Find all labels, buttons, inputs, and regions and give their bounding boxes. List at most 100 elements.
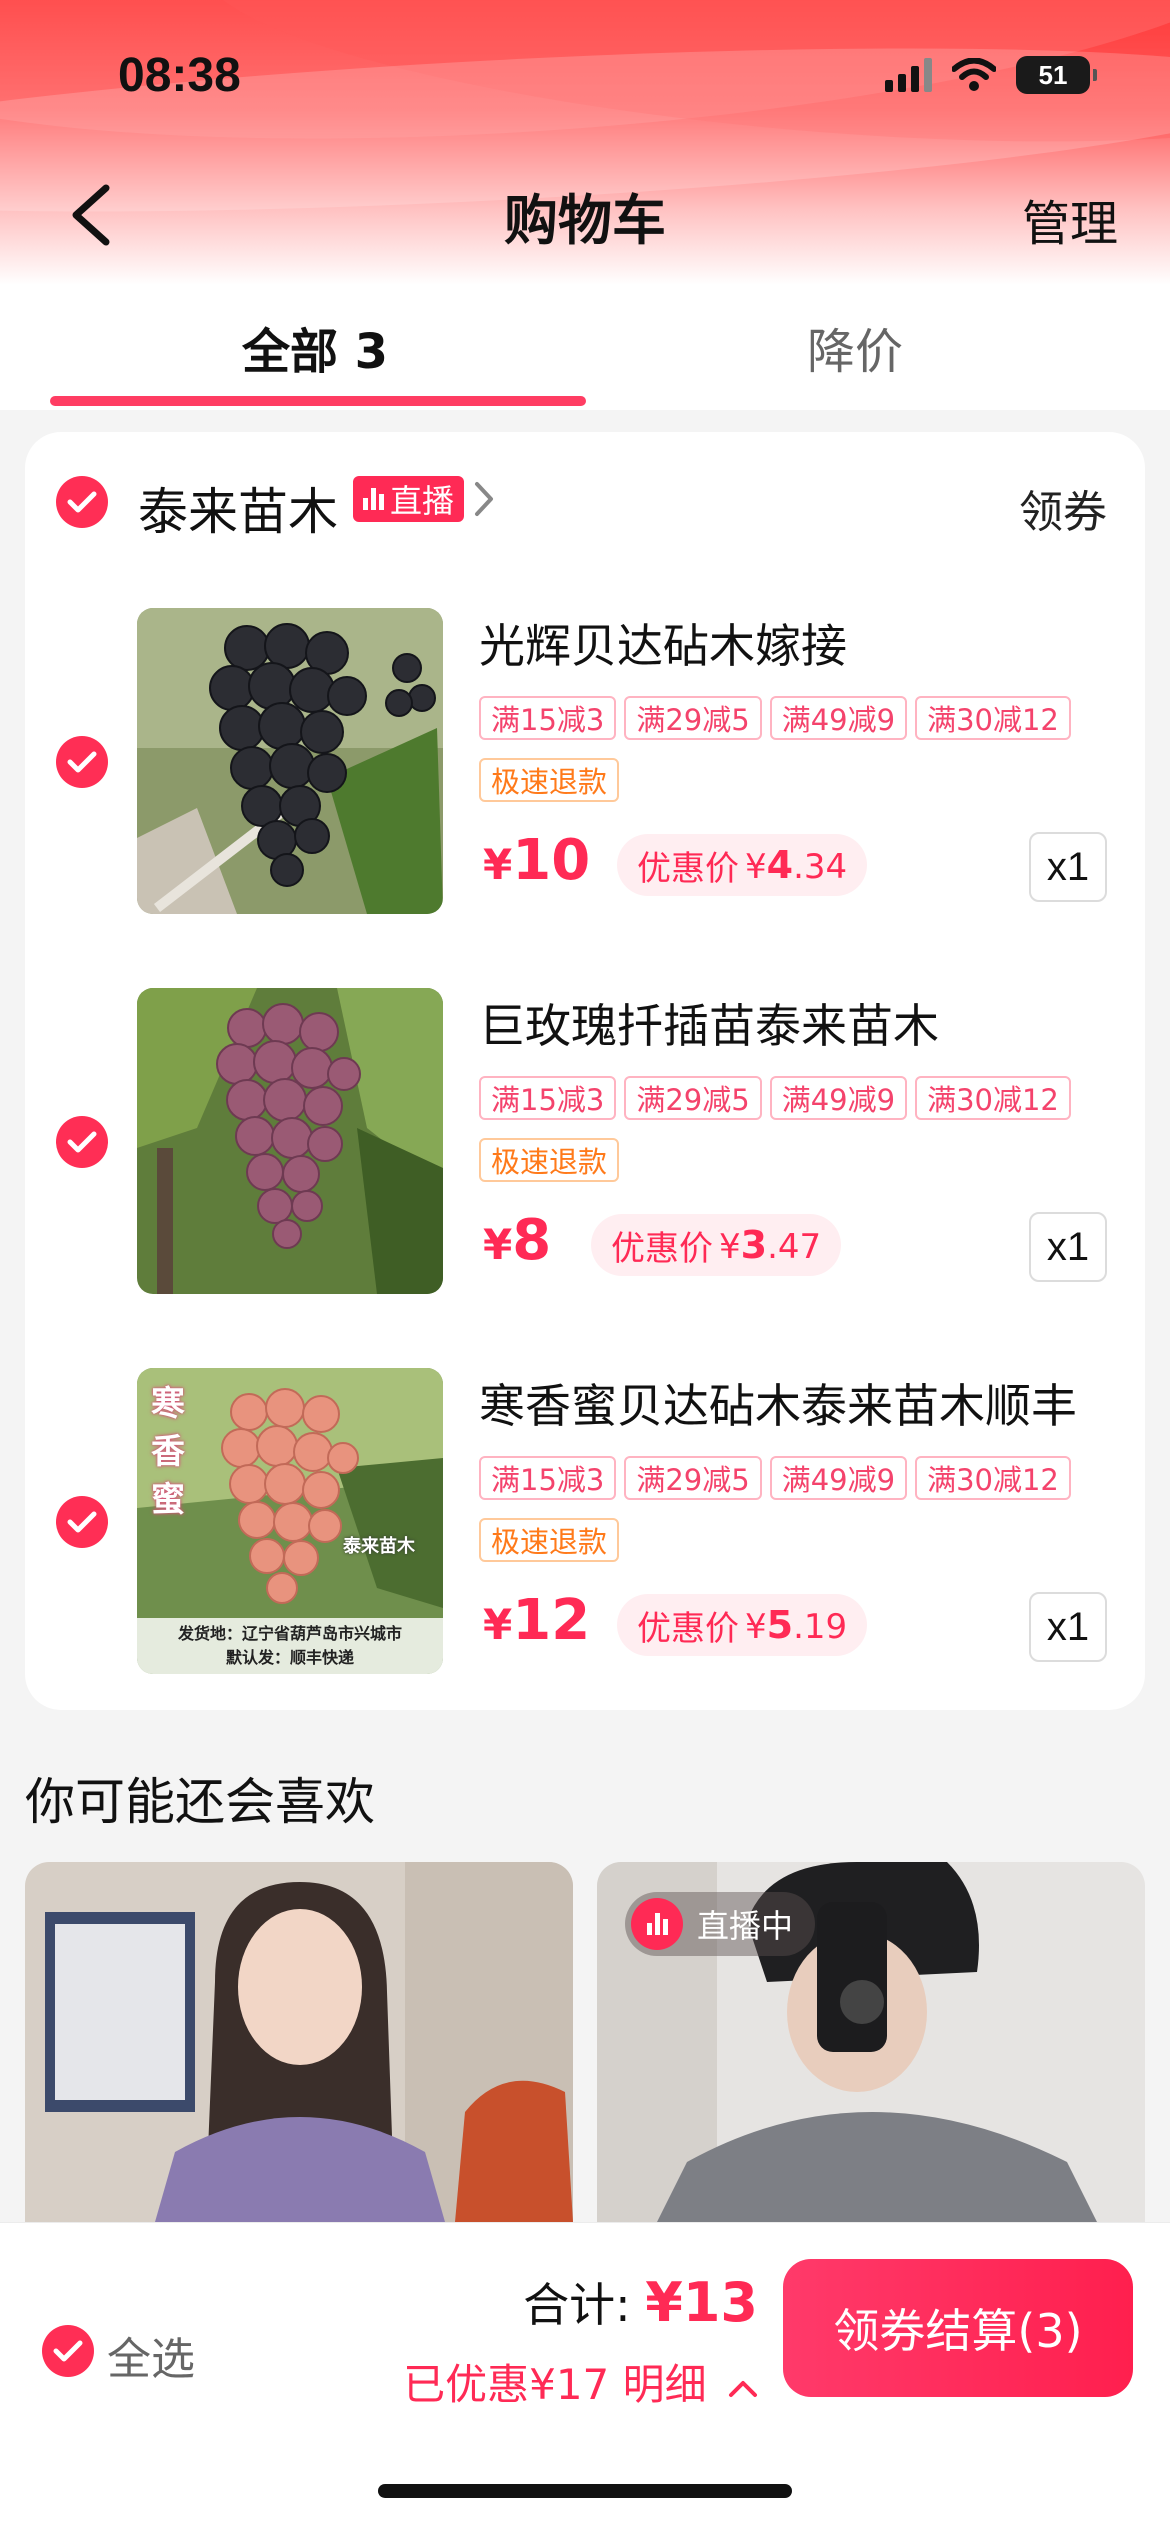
promo-tag: 满15减3 bbox=[479, 1076, 617, 1120]
back-arrow-icon[interactable] bbox=[62, 180, 122, 250]
fast-refund-tag: 极速退款 bbox=[479, 1518, 620, 1562]
checkmark-icon bbox=[67, 1511, 97, 1533]
price-currency: ¥ bbox=[483, 1600, 513, 1649]
quantity-selector[interactable]: x1 bbox=[1029, 832, 1107, 902]
active-tab-indicator bbox=[50, 396, 586, 406]
chevron-right-icon[interactable] bbox=[473, 480, 495, 518]
promo-tag: 满30减12 bbox=[915, 1456, 1071, 1500]
quantity-selector[interactable]: x1 bbox=[1029, 1212, 1107, 1282]
product-price: ¥8 bbox=[483, 1208, 551, 1273]
product-overlay-brand: 泰来苗木 bbox=[343, 1536, 415, 1557]
store-checkbox[interactable] bbox=[56, 476, 108, 528]
promo-tag: 满49减9 bbox=[769, 1456, 908, 1500]
cart-item: 寒 香 蜜 泰来苗木 发货地：辽宁省葫芦岛市兴城市 默认发：顺丰快递 寒香蜜贝达… bbox=[25, 1368, 1145, 1678]
checkmark-icon bbox=[67, 491, 97, 513]
checkmark-icon bbox=[67, 751, 97, 773]
promo-tags: 满15减3 满29减5 满49减9 满30减12 bbox=[479, 1456, 1071, 1500]
wifi-icon bbox=[952, 58, 996, 91]
promo-tag: 满29减5 bbox=[624, 1076, 762, 1120]
discount-price-pill: 优惠价 ¥3.47 bbox=[591, 1214, 842, 1276]
fast-refund-tag: 极速退款 bbox=[479, 1138, 620, 1182]
recommend-image bbox=[25, 1862, 573, 2222]
live-bars-icon bbox=[363, 488, 384, 510]
promo-tags: 满15减3 满29减5 满49减9 满30减12 bbox=[479, 696, 1071, 740]
promo-tag: 满15减3 bbox=[479, 696, 617, 740]
price-currency: ¥ bbox=[483, 840, 513, 889]
cart-item: 光辉贝达砧木嫁接 满15减3 满29减5 满49减9 满30减12 极速退款 ¥… bbox=[25, 608, 1145, 918]
discount-price-pill: 优惠价 ¥4.34 bbox=[617, 834, 868, 896]
product-title[interactable]: 光辉贝达砧木嫁接 bbox=[479, 610, 847, 676]
chevron-up-icon bbox=[729, 2380, 757, 2397]
store-name[interactable]: 泰来苗木 bbox=[138, 472, 338, 544]
discount-int: 5 bbox=[766, 1603, 794, 1647]
checkmark-icon bbox=[67, 1131, 97, 1153]
cart-item: 巨玫瑰扦插苗泰来苗木 满15减3 满29减5 满49减9 满30减12 极速退款… bbox=[25, 988, 1145, 1298]
item-checkbox[interactable] bbox=[56, 1496, 108, 1548]
discount-dec: .47 bbox=[767, 1227, 822, 1267]
get-coupon-link[interactable]: 领券 bbox=[1019, 476, 1107, 540]
total-amount: ¥13 bbox=[645, 2271, 758, 2334]
checkout-button[interactable]: 领券结算(3) bbox=[783, 2259, 1133, 2397]
discount-detail-link[interactable]: 已优惠¥17 明细 bbox=[403, 2351, 758, 2412]
cellular-signal-icon bbox=[885, 58, 932, 92]
promo-tag: 满15减3 bbox=[479, 1456, 617, 1500]
select-all-label[interactable]: 全选 bbox=[107, 2323, 195, 2387]
product-image[interactable] bbox=[137, 988, 443, 1294]
live-now-badge: 直播中 bbox=[625, 1892, 816, 1956]
manage-button[interactable]: 管理 bbox=[1022, 184, 1118, 254]
product-overlay-vertical-text: 寒 香 蜜 bbox=[151, 1384, 185, 1520]
tab-price-drop[interactable]: 降价 bbox=[710, 312, 1000, 382]
total-price: 合计: ¥13 bbox=[523, 2269, 758, 2335]
saved-text: 已优惠¥17 明细 bbox=[403, 2360, 707, 2409]
recommend-section-title: 你可能还会喜欢 bbox=[25, 1773, 375, 1831]
discount-int: 3 bbox=[740, 1223, 768, 1267]
promo-tag: 满29减5 bbox=[624, 1456, 762, 1500]
live-badge[interactable]: 直播 bbox=[353, 476, 465, 522]
discount-dec: .19 bbox=[793, 1607, 848, 1647]
promo-tag: 满30减12 bbox=[915, 1076, 1071, 1120]
status-icons: 51 bbox=[885, 56, 1097, 94]
product-price: ¥10 bbox=[483, 828, 590, 893]
status-time: 08:38 bbox=[118, 49, 241, 102]
product-title[interactable]: 寒香蜜贝达砧木泰来苗木顺丰 bbox=[479, 1370, 1077, 1436]
recommend-card[interactable]: 直播中 bbox=[597, 1862, 1145, 2222]
discount-label: 优惠价 bbox=[637, 1608, 739, 1649]
discount-label: 优惠价 bbox=[637, 848, 739, 889]
select-all-checkbox[interactable] bbox=[42, 2325, 94, 2377]
discount-label: 优惠价 bbox=[611, 1228, 713, 1269]
discount-currency: ¥ bbox=[719, 1227, 741, 1267]
tab-all[interactable]: 全部 3 bbox=[170, 312, 460, 382]
price-value: 12 bbox=[512, 1588, 591, 1653]
quantity-selector[interactable]: x1 bbox=[1029, 1592, 1107, 1662]
promo-tag: 满30减12 bbox=[915, 696, 1071, 740]
recommend-card[interactable] bbox=[25, 1862, 573, 2222]
discount-int: 4 bbox=[766, 843, 794, 887]
store-card: 泰来苗木 直播 领券 光辉贝达砧木嫁接 满15减3 满29减5 满49减9 满3… bbox=[25, 432, 1145, 1710]
promo-tag: 满49减9 bbox=[769, 696, 908, 740]
discount-currency: ¥ bbox=[745, 1607, 767, 1647]
price-value: 8 bbox=[512, 1208, 552, 1273]
total-label: 合计: bbox=[523, 2278, 646, 2332]
live-badge-label: 直播 bbox=[390, 482, 455, 520]
promo-tag: 满29减5 bbox=[624, 696, 762, 740]
product-image[interactable]: 寒 香 蜜 泰来苗木 发货地：辽宁省葫芦岛市兴城市 默认发：顺丰快递 bbox=[137, 1368, 443, 1674]
checkmark-icon bbox=[53, 2340, 83, 2362]
fast-refund-tag: 极速退款 bbox=[479, 758, 620, 802]
product-price: ¥12 bbox=[483, 1588, 590, 1653]
live-now-label: 直播中 bbox=[697, 1907, 794, 1945]
discount-price-pill: 优惠价 ¥5.19 bbox=[617, 1594, 868, 1656]
product-title[interactable]: 巨玫瑰扦插苗泰来苗木 bbox=[479, 990, 939, 1056]
promo-tag: 满49减9 bbox=[769, 1076, 908, 1120]
price-value: 10 bbox=[512, 828, 591, 893]
battery-icon: 51 bbox=[1016, 56, 1097, 94]
discount-currency: ¥ bbox=[745, 847, 767, 887]
item-checkbox[interactable] bbox=[56, 736, 108, 788]
promo-tags: 满15减3 满29减5 满49减9 满30减12 bbox=[479, 1076, 1071, 1120]
live-dot-icon bbox=[631, 1898, 683, 1950]
page-title: 购物车 bbox=[504, 189, 666, 252]
discount-dec: .34 bbox=[793, 847, 848, 887]
product-image[interactable] bbox=[137, 608, 443, 914]
item-checkbox[interactable] bbox=[56, 1116, 108, 1168]
price-currency: ¥ bbox=[483, 1220, 513, 1269]
product-overlay-shipping: 发货地：辽宁省葫芦岛市兴城市 默认发：顺丰快递 bbox=[177, 1624, 402, 1667]
